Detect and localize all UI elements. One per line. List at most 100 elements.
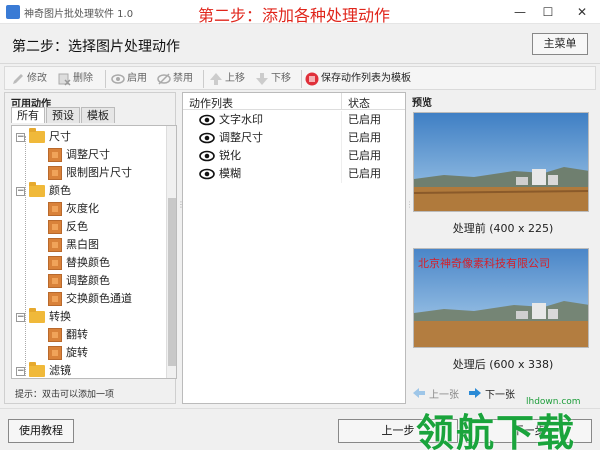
save-template-button[interactable]: 保存动作列表为模板 — [305, 70, 411, 88]
tree-item[interactable]: 黑白图 — [48, 236, 99, 254]
tree-label: 滤镜 — [49, 364, 71, 377]
maximize-button[interactable]: ☐ — [538, 3, 558, 21]
preview-after-caption: 处理后 (600 x 338) — [452, 358, 554, 371]
action-box-icon — [48, 166, 62, 180]
eye-icon[interactable] — [199, 132, 215, 144]
tree-category[interactable]: − 转换 — [16, 308, 71, 326]
action-row[interactable]: 调整尺寸 已启用 — [183, 129, 405, 147]
delete-button[interactable]: 删除 — [57, 70, 93, 88]
available-actions-panel: 可用动作 所有 预设 模板 − 尺寸 调整尺寸 限制图片尺寸 − 颜色 灰度化 反色 黑白图 替换… — [4, 92, 177, 404]
tree-label: 调整颜色 — [66, 274, 110, 287]
next-image-label: 下一张 — [485, 389, 515, 401]
tree-item[interactable]: 替换颜色 — [48, 254, 110, 272]
action-box-icon — [48, 256, 62, 270]
tree-item[interactable]: 旋转 — [48, 344, 88, 362]
header-divider — [183, 109, 405, 110]
arrow-right-icon — [469, 388, 481, 398]
app-title: 神奇图片批处理软件 1.0 — [24, 9, 134, 20]
toolbar-separator — [301, 70, 302, 88]
arrow-up-icon — [210, 73, 222, 85]
tree-item[interactable]: 限制图片尺寸 — [48, 164, 132, 182]
tree-label: 限制图片尺寸 — [66, 166, 132, 179]
watermark-overlay-text: 北京神奇像素科技有限公司 — [418, 257, 550, 270]
minimize-button[interactable]: — — [510, 3, 530, 21]
disable-label: 禁用 — [173, 73, 193, 84]
action-name: 模糊 — [219, 167, 241, 180]
tree-label: 翻转 — [66, 328, 88, 341]
tree-category[interactable]: − 颜色 — [16, 182, 71, 200]
delete-label: 删除 — [73, 73, 93, 84]
folder-icon — [29, 182, 45, 197]
enable-button[interactable]: 启用 — [111, 70, 147, 88]
edit-button[interactable]: 修改 — [11, 70, 47, 88]
tree-label: 颜色 — [49, 184, 71, 197]
pencil-icon — [13, 74, 23, 84]
action-row[interactable]: 锐化 已启用 — [183, 147, 405, 165]
edit-label: 修改 — [27, 73, 47, 84]
main-menu-button[interactable]: 主菜单 — [532, 33, 588, 55]
eye-icon[interactable] — [199, 150, 215, 162]
tree-label: 灰度化 — [66, 202, 99, 215]
toolbar-separator — [105, 70, 106, 88]
action-box-icon — [48, 148, 62, 162]
step-header: 第二步：选择图片处理动作 — [0, 24, 600, 64]
action-box-icon — [48, 202, 62, 216]
move-up-button[interactable]: 上移 — [209, 70, 245, 88]
tutorial-button[interactable]: 使用教程 — [8, 419, 74, 443]
action-state: 已启用 — [348, 113, 381, 126]
landscape-before-picture — [414, 113, 588, 211]
previous-image-button[interactable]: 上一张 — [412, 384, 459, 402]
collapse-icon[interactable]: − — [16, 132, 25, 142]
disable-button[interactable]: 禁用 — [157, 70, 193, 88]
save-template-label: 保存动作列表为模板 — [321, 73, 411, 84]
tree-item[interactable]: 翻转 — [48, 326, 88, 344]
site-watermark-url: lhdown.com — [526, 397, 581, 407]
move-down-label: 下移 — [271, 73, 291, 84]
preview-before-caption: 处理前 (400 x 225) — [452, 222, 554, 235]
tree-item[interactable]: 交换颜色通道 — [48, 290, 132, 308]
hint-text: 提示：双击可以添加一项 — [15, 390, 115, 400]
step-title: 第二步：选择图片处理动作 — [12, 39, 180, 55]
tab-all[interactable]: 所有 — [11, 107, 45, 123]
preview-after-image: 北京神奇像素科技有限公司 — [413, 248, 589, 348]
eye-off-icon — [157, 73, 171, 85]
list-save-icon — [305, 72, 319, 86]
next-image-button[interactable]: 下一张 — [468, 384, 515, 402]
eye-icon[interactable] — [199, 114, 215, 126]
tree-scrollbar[interactable] — [166, 126, 176, 378]
action-state: 已启用 — [348, 131, 381, 144]
folder-icon — [29, 308, 45, 323]
tree-item[interactable]: 灰度化 — [48, 200, 99, 218]
collapse-icon[interactable]: − — [16, 312, 25, 322]
left-splitter[interactable]: ⋮ — [177, 200, 185, 240]
move-down-button[interactable]: 下移 — [255, 70, 291, 88]
tab-templates[interactable]: 模板 — [81, 107, 115, 123]
tree-category[interactable]: − 滤镜 — [16, 362, 71, 378]
preview-before-image — [413, 112, 589, 212]
action-box-icon — [48, 220, 62, 234]
tree-category[interactable]: − 尺寸 — [16, 128, 71, 146]
enable-label: 启用 — [127, 73, 147, 84]
tree-item[interactable]: 调整尺寸 — [48, 146, 110, 164]
collapse-icon[interactable]: − — [16, 186, 25, 196]
eye-icon[interactable] — [199, 168, 215, 180]
tree-item[interactable]: 反色 — [48, 218, 88, 236]
tree-label: 旋转 — [66, 346, 88, 359]
tree-scroll-thumb[interactable] — [168, 198, 176, 366]
site-watermark-logo: 领航下载 — [416, 411, 577, 450]
tree-item[interactable]: 调整颜色 — [48, 272, 110, 290]
tab-presets[interactable]: 预设 — [46, 107, 80, 123]
tree-label: 反色 — [66, 220, 88, 233]
action-row[interactable]: 模糊 已启用 — [183, 165, 405, 183]
collapse-icon[interactable]: − — [16, 366, 25, 376]
previous-image-label: 上一张 — [429, 389, 459, 401]
close-button[interactable]: ✕ — [572, 3, 592, 21]
column-divider — [341, 129, 342, 147]
action-row[interactable]: 文字水印 已启用 — [183, 111, 405, 129]
app-icon — [6, 5, 20, 19]
folder-icon — [29, 362, 45, 377]
folder-icon — [29, 128, 45, 143]
move-up-label: 上移 — [225, 73, 245, 84]
action-list-panel: 动作列表 状态 文字水印 已启用 调整尺寸 已启用 锐化 已启用 模糊 已启用 — [182, 92, 406, 404]
delete-icon — [58, 73, 71, 86]
